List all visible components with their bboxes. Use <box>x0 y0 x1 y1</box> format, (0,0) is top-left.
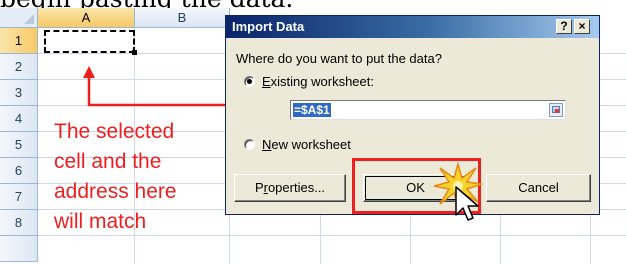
range-collapse-icon[interactable] <box>549 103 563 117</box>
existing-worksheet-option[interactable]: Existing worksheet: <box>244 74 374 89</box>
column-header-a[interactable]: A <box>38 8 135 28</box>
properties-button[interactable]: Properties... <box>234 174 346 202</box>
dialog-title-bar[interactable]: Import Data ? × <box>226 16 599 38</box>
label-rest: xisting worksheet: <box>270 74 374 89</box>
reference-input[interactable]: =$A$1 <box>290 100 566 120</box>
accelerator-letter: N <box>262 137 272 152</box>
annotation-line: address here <box>54 180 177 203</box>
selected-cell-a1[interactable] <box>44 30 137 55</box>
row-header-5[interactable]: 5 <box>0 132 38 158</box>
new-worksheet-option[interactable]: New worksheet <box>244 137 351 152</box>
row-header-1[interactable]: 1 <box>0 28 38 54</box>
label-part: operties... <box>267 180 326 195</box>
new-worksheet-radio[interactable] <box>244 139 255 150</box>
label-part: P <box>254 180 264 195</box>
annotation-line: will match <box>54 210 147 233</box>
dialog-title: Import Data <box>232 19 305 34</box>
accelerator-letter: E <box>262 74 271 89</box>
existing-worksheet-radio[interactable] <box>244 76 255 87</box>
new-worksheet-label: New worksheet <box>262 137 351 152</box>
existing-worksheet-label: Existing worksheet: <box>262 74 374 89</box>
select-all-icon <box>24 14 34 24</box>
close-button[interactable]: × <box>574 19 590 34</box>
row-header-9[interactable] <box>0 236 38 262</box>
help-button[interactable]: ? <box>556 19 572 34</box>
cancel-button[interactable]: Cancel <box>486 174 591 202</box>
annotation-line: The selected <box>54 120 175 143</box>
row-header-8[interactable]: 8 <box>0 210 38 236</box>
destination-question: Where do you want to put the data? <box>236 51 442 66</box>
annotation-line: cell and the <box>54 150 162 173</box>
row-header-3[interactable]: 3 <box>0 80 38 106</box>
row-header-7[interactable]: 7 <box>0 184 38 210</box>
row-header-2[interactable]: 2 <box>0 54 38 80</box>
reference-value: =$A$1 <box>293 103 331 117</box>
cursor-arrow-icon <box>455 186 479 221</box>
column-header-b[interactable]: B <box>135 8 230 28</box>
row-header-4[interactable]: 4 <box>0 106 38 132</box>
annotation-text: The selected cell and the address here w… <box>54 117 229 237</box>
label-rest: ew worksheet <box>271 137 351 152</box>
select-all-button[interactable] <box>0 8 38 28</box>
row-header-6[interactable]: 6 <box>0 158 38 184</box>
